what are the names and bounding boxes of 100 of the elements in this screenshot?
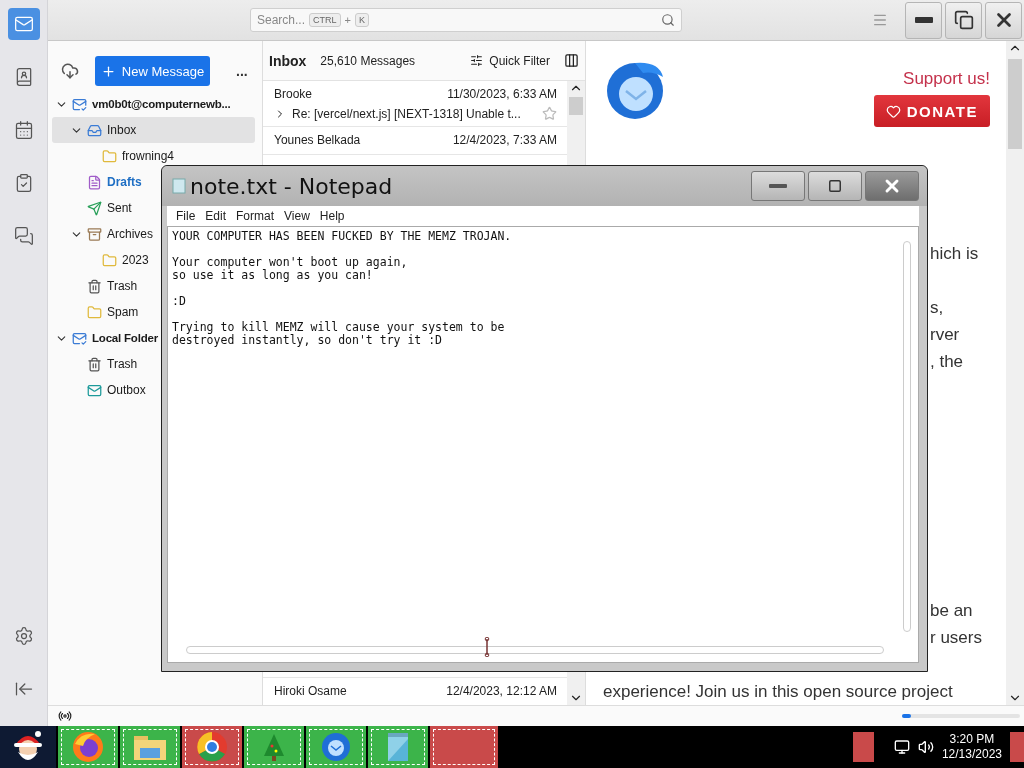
plus-icon	[100, 63, 116, 79]
network-icon[interactable]	[893, 739, 910, 755]
body-text: rver	[930, 324, 961, 346]
thunderbird-icon	[320, 731, 352, 763]
document-text: Trying to kill MEMZ will cause your system to be destroyed instantly, so don't try it :D	[172, 321, 506, 347]
document-text: Your computer won't boot up again, so use it as long as you can!	[172, 256, 409, 282]
message-date: 12/4/2023, 12:12 AM	[446, 684, 557, 698]
folder-item[interactable]: Outbox	[52, 381, 146, 399]
message-date: 12/4/2023, 7:33 AM	[452, 133, 557, 147]
body-text: experience! Join us in this open source project	[603, 681, 954, 703]
clock[interactable]: 3:20 PM 12/13/2023	[941, 732, 1002, 762]
calendar-icon	[13, 120, 34, 140]
scrollbar[interactable]	[1006, 41, 1024, 705]
document-text: YOUR COMPUTER HAS BEEN FUCKED BY THE MEMZ TROJAN.	[172, 230, 513, 243]
restore-icon	[953, 10, 974, 30]
christmas-tree-icon	[262, 732, 286, 762]
folder-item[interactable]: Local Folder	[52, 329, 158, 347]
close-button[interactable]	[985, 1, 1022, 39]
shortcut-joiner: +	[344, 14, 351, 26]
close-button[interactable]	[865, 171, 919, 201]
folder-name: Inbox	[269, 52, 307, 69]
folder-item[interactable]: Trash	[52, 355, 138, 373]
scrollbar-thumb[interactable]	[1008, 59, 1022, 149]
chrome-icon	[195, 730, 229, 764]
mail-account-icon	[72, 96, 87, 112]
restore-button[interactable]	[945, 1, 982, 39]
taskbar-button[interactable]	[58, 726, 118, 768]
taskbar-button[interactable]	[306, 726, 366, 768]
get-messages-icon[interactable]	[61, 62, 79, 80]
chat-bubbles-icon	[13, 226, 34, 246]
folder-item[interactable]: Sent	[52, 199, 132, 217]
text-cursor-icon	[484, 637, 490, 657]
taskbar-button[interactable]	[182, 726, 242, 768]
more-menu[interactable]: ...	[236, 63, 248, 79]
send-icon	[87, 200, 102, 216]
start-button[interactable]	[0, 726, 56, 768]
minimize-icon	[914, 17, 933, 23]
document-text: :D	[172, 295, 187, 308]
minimize-button[interactable]	[905, 1, 942, 39]
body-text: r users	[930, 627, 983, 649]
maximize-icon	[828, 179, 842, 193]
scrollbar-thumb[interactable]	[569, 97, 583, 115]
message-sender: Brooke	[274, 87, 313, 101]
tray-button[interactable]	[852, 732, 874, 762]
menu-item[interactable]: View	[279, 209, 315, 223]
search-field[interactable]: Search... CTRL + K	[250, 8, 682, 32]
donate-button[interactable]: DONATE	[873, 95, 990, 127]
volume-icon[interactable]	[917, 739, 934, 755]
minimize-button[interactable]	[751, 171, 805, 201]
folder-icon	[87, 304, 102, 320]
folder-item[interactable]: Trash	[52, 277, 138, 295]
message-subject: Re: [vercel/next.js] [NEXT-1318] Unable t...	[292, 106, 521, 121]
folder-item[interactable]: Spam	[52, 303, 139, 321]
shortcut-key: K	[355, 13, 369, 27]
new-message-button[interactable]: New Message	[95, 56, 210, 86]
taskbar-button[interactable]	[120, 726, 180, 768]
message-sender: Younes Belkada	[274, 133, 361, 147]
draft-icon	[87, 174, 102, 190]
taskbar-button[interactable]	[244, 726, 304, 768]
body-text: hich is	[930, 243, 980, 265]
search-icon[interactable]	[661, 13, 675, 27]
menu-item[interactable]: Edit	[200, 209, 232, 223]
mail-space-button[interactable]	[7, 8, 40, 40]
quick-filter-button[interactable]: Quick Filter	[470, 53, 550, 68]
folder-item[interactable]: Drafts	[52, 173, 142, 191]
settings-icon	[13, 626, 34, 646]
taskbar-button[interactable]	[430, 726, 498, 768]
menu-item[interactable]: Help	[314, 209, 350, 223]
heart-icon	[885, 103, 901, 119]
menu-item[interactable]: Format	[231, 209, 280, 223]
message-row[interactable]: Younes Belkada 12/4/2023, 7:33 AM	[263, 127, 567, 155]
column-picker-icon[interactable]	[564, 53, 579, 68]
folder-item[interactable]: Archives	[52, 225, 153, 243]
menu-item[interactable]: File	[171, 209, 201, 223]
sliders-icon	[470, 54, 484, 67]
folder-icon	[102, 252, 117, 268]
message-date: 11/30/2023, 6:33 AM	[447, 87, 557, 101]
trash-icon	[87, 356, 102, 372]
trash-icon	[87, 278, 102, 294]
online-status-icon[interactable]	[58, 709, 72, 723]
body-text: , the	[930, 351, 965, 373]
message-sender: Hiroki Osame	[274, 684, 347, 698]
notepad-icon	[172, 178, 186, 194]
body-text: s,	[930, 297, 945, 319]
message-count: 25,610 Messages	[320, 53, 416, 68]
taskbar-button[interactable]	[368, 726, 428, 768]
star-icon[interactable]	[542, 106, 557, 121]
inbox-icon	[87, 122, 102, 138]
folder-item[interactable]: 2023	[52, 251, 149, 269]
maximize-button[interactable]	[808, 171, 862, 201]
folder-item[interactable]: vm0b0t@computernewb...	[52, 95, 231, 113]
search-placeholder: Search...	[257, 13, 306, 27]
shortcut-key: CTRL	[309, 13, 341, 27]
minimize-icon	[769, 184, 787, 188]
outbox-icon	[87, 382, 102, 398]
folder-item[interactable]: frowning4	[52, 147, 175, 165]
support-text: Support us!	[903, 69, 990, 89]
mail-account-icon	[72, 330, 87, 346]
firefox-icon	[71, 730, 105, 764]
folder-item[interactable]: Inbox	[52, 117, 255, 143]
